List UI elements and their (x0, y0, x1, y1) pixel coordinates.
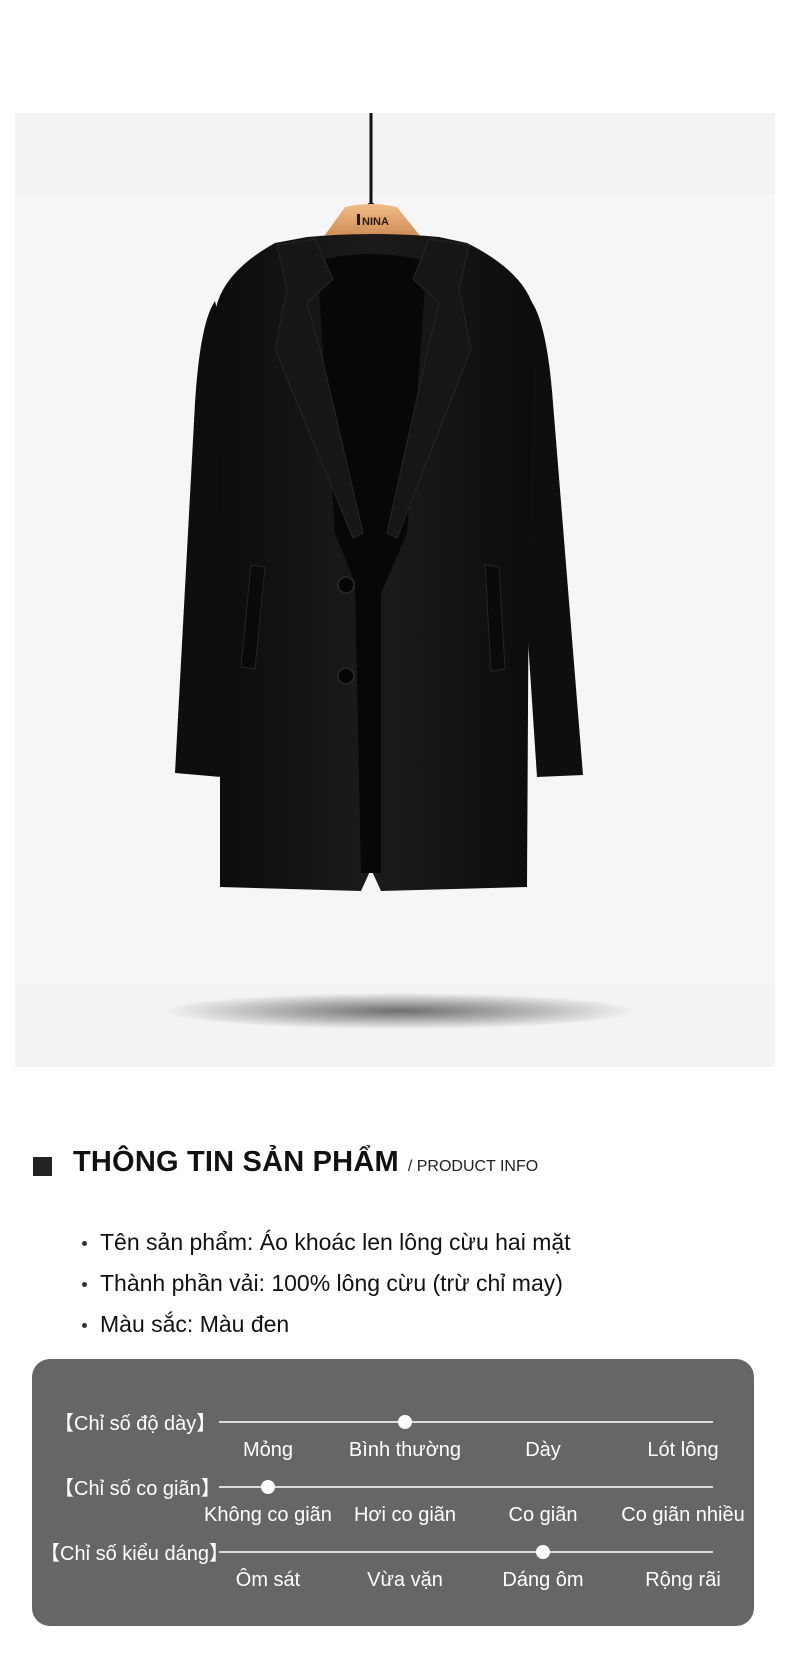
indicator-option: Dáng ôm (502, 1569, 584, 1591)
hanger-brand-tag: NINA (357, 214, 389, 228)
indicator-option: Bình thường (348, 1439, 462, 1461)
indicator-option: Lót lông (647, 1439, 719, 1461)
indicator-row-stretch: 【Chỉ số co giãn】 Không co giãn Hơi co gi… (32, 1476, 754, 1540)
indicator-marker (261, 1480, 275, 1494)
coat-image: NINA (175, 113, 583, 891)
indicator-option: Không co giãn (204, 1504, 332, 1526)
indicator-option: Dày (525, 1439, 561, 1461)
indicator-option: Hơi co giãn (353, 1504, 457, 1526)
indicator-option: Co giãn nhiều (621, 1504, 745, 1526)
spec-item-material: Thành phần vải: 100% lông cừu (trừ chỉ m… (80, 1263, 571, 1304)
heading-square-icon (33, 1156, 52, 1176)
indicator-panel: 【Chỉ số độ dày】 Mỏng Bình thường Dày Lót… (32, 1359, 754, 1626)
svg-text:NINA: NINA (362, 216, 389, 228)
product-info-heading: THÔNG TIN SẢN PHẨM / PRODUCT INFO (33, 1146, 538, 1186)
indicator-option: Ôm sát (235, 1569, 301, 1591)
indicator-row-thickness: 【Chỉ số độ dày】 Mỏng Bình thường Dày Lót… (32, 1411, 754, 1475)
product-info-title: THÔNG TIN SẢN PHẨM (73, 1146, 399, 1178)
indicator-label: 【Chỉ số co giãn】 (54, 1478, 221, 1500)
coat-button-bottom (337, 667, 355, 685)
indicator-label: 【Chỉ số kiểu dáng】 (40, 1543, 229, 1565)
indicator-track (219, 1486, 713, 1488)
indicator-label: 【Chỉ số độ dày】 (54, 1413, 217, 1435)
indicator-marker (398, 1415, 412, 1429)
spec-item-name: Tên sản phẩm: Áo khoác len lông cừu hai … (80, 1222, 571, 1263)
product-photo: NINA (15, 113, 775, 1067)
indicator-marker (536, 1545, 550, 1559)
product-info-subtitle: / PRODUCT INFO (407, 1158, 539, 1175)
indicator-option: Co giãn (508, 1504, 578, 1526)
indicator-row-fit: 【Chỉ số kiểu dáng】 Ôm sát Vừa vặn Dáng ô… (32, 1541, 754, 1605)
spec-item-color: Màu sắc: Màu đen (80, 1304, 571, 1345)
coat-button-top (337, 576, 355, 594)
indicator-option: Rộng rãi (645, 1569, 721, 1591)
indicator-track (219, 1551, 713, 1553)
spec-list: Tên sản phẩm: Áo khoác len lông cừu hai … (80, 1222, 571, 1345)
indicator-option: Mỏng (242, 1439, 294, 1461)
indicator-option: Vừa vặn (367, 1569, 443, 1591)
indicator-track (219, 1421, 713, 1423)
